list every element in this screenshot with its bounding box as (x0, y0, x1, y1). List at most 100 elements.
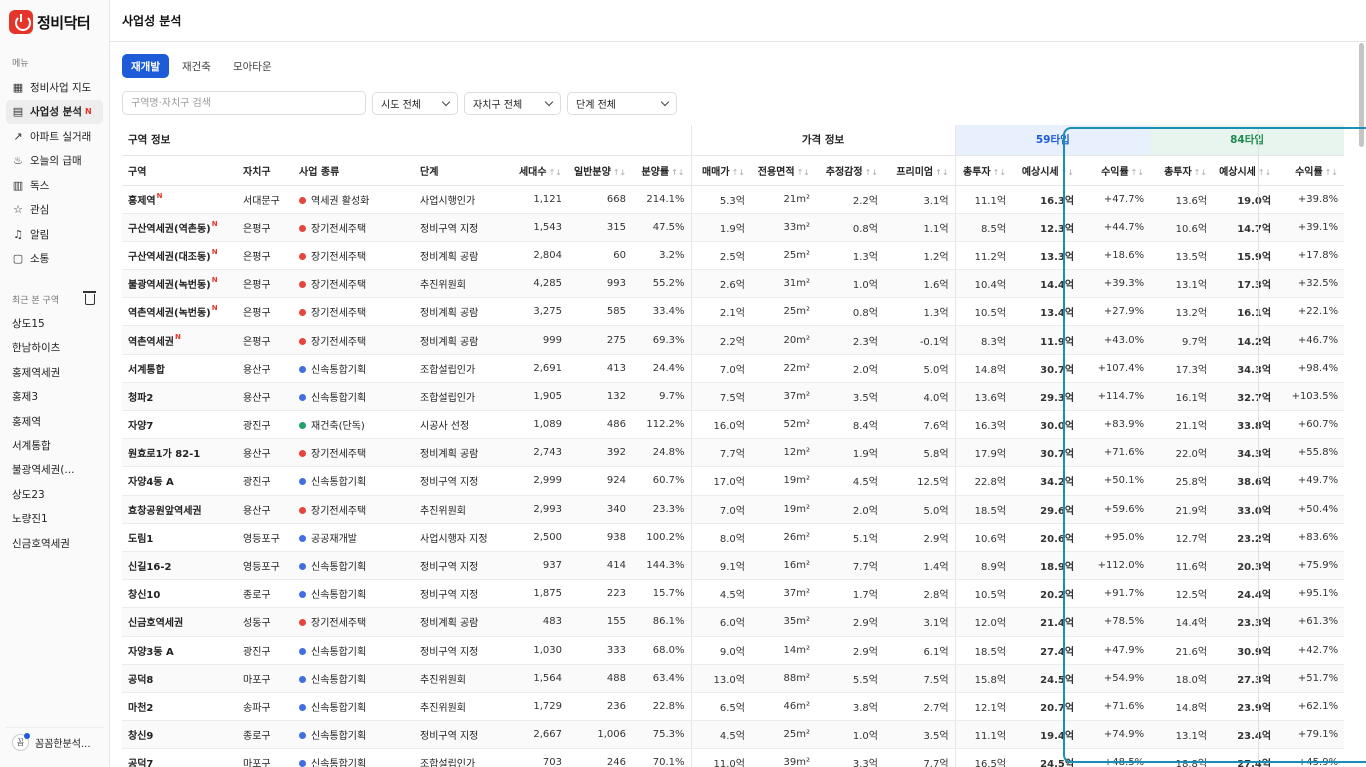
column-header: 단계 (414, 155, 505, 186)
district-name[interactable]: 구산역세권(대조동)N (122, 241, 237, 271)
tab-2[interactable]: 모아타운 (224, 54, 281, 78)
sidebar-item-file[interactable]: ▥ 독스 (6, 173, 103, 198)
column-header[interactable]: 전용면적 ↑↓ (751, 155, 816, 186)
table-row[interactable]: 자양7 광진구 재건축(단독) 시공사 선정 1,089 486 112.2% 16.0억 52… (122, 410, 1345, 440)
column-header[interactable]: 총투자 ↑↓ (955, 155, 1013, 186)
brand-logo[interactable]: 정비닥터 (0, 0, 109, 36)
district-name[interactable]: 자양7 (122, 410, 237, 440)
sidebar-item-chat[interactable]: ▢ 소통 (6, 247, 103, 272)
table-row[interactable]: 청파2 용산구 신속통합기획 조합설립인가 1,905 132 9.7% 7.5억 37m² 3.… (122, 382, 1345, 412)
district-name[interactable]: 구산역세권(역촌동)N (122, 213, 237, 242)
sidebar-item-bell[interactable]: ♫ 알림 (6, 222, 103, 247)
cell-rate: 60.7% (632, 466, 692, 496)
district-name[interactable]: 공덕8 (122, 664, 237, 693)
district-name[interactable]: 도림1 (122, 523, 237, 552)
district-name[interactable]: 창신9 (122, 720, 237, 750)
cell-price: 6.5억 (691, 692, 751, 722)
column-header[interactable]: 예상시세 ↑↓ (1213, 155, 1278, 186)
stage-select[interactable]: 단계 전체 (567, 92, 677, 115)
gu-select[interactable]: 자치구 전체 (464, 92, 561, 115)
project-type: 신속통합기획 (293, 692, 414, 722)
table-row[interactable]: 신길16-2 영등포구 신속통합기획 정비구역 지정 937 414 144.3% 9.1억 1… (122, 551, 1345, 581)
district-name[interactable]: 원효로1가 82-1 (122, 438, 237, 468)
district-name[interactable]: 홍제역N (122, 185, 237, 214)
cell-general: 275 (568, 325, 632, 355)
cell-premium: 3.5억 (884, 720, 956, 750)
cell-general: 333 (568, 636, 632, 665)
district-name[interactable]: 자양3동 A (122, 636, 237, 665)
column-header[interactable]: 매매가 ↑↓ (691, 155, 751, 186)
column-header[interactable]: 추정감정 ↑↓ (816, 155, 884, 186)
district-name[interactable]: 창신10 (122, 579, 237, 609)
table-row[interactable]: 구산역세권(역촌동)N 은평구 장기전세주택 정비구역 지정 1,543 315 47.5%… (122, 213, 1345, 242)
cell-exp59: 11.9억 (1012, 325, 1081, 355)
cell-inv59: 14.8억 (955, 354, 1013, 383)
table-row[interactable]: 공덕7 마포구 신속통합기획 조합설립인가 703 246 70.1% 11.0억 39m² 3.… (122, 748, 1345, 767)
recent-item[interactable]: 홍제역세권 (0, 361, 109, 385)
table-row[interactable]: 역촌역세권N 은평구 장기전세주택 정비계획 공람 999 275 69.3% 2.2억 20m… (122, 325, 1345, 355)
trash-icon[interactable] (83, 291, 96, 305)
table-row[interactable]: 신금호역세권 성동구 장기전세주택 정비계획 공람 483 155 86.1% 6.0억 35m… (122, 607, 1345, 637)
table-row[interactable]: 창신10 종로구 신속통합기획 정비구역 지정 1,875 223 15.7% 4.5억 37m… (122, 579, 1345, 609)
district-name[interactable]: 공덕7 (122, 748, 237, 767)
table-row[interactable]: 창신9 종로구 신속통합기획 정비구역 지정 2,667 1,006 75.3% 4.5억 25… (122, 720, 1345, 750)
project-type: 장기전세주택 (293, 241, 414, 271)
district-name[interactable]: 신금호역세권 (122, 607, 237, 637)
sidebar-item-trend[interactable]: ↗ 아파트 실거래 (6, 124, 103, 149)
tab-1[interactable]: 재건축 (173, 54, 220, 78)
cell-exp59: 12.3억 (1012, 213, 1081, 242)
type-dot-icon (299, 422, 306, 430)
table-row[interactable]: 서계통합 용산구 신속통합기획 조합설립인가 2,691 413 24.4% 7.0억 22m²… (122, 354, 1345, 383)
table-row[interactable]: 구산역세권(대조동)N 은평구 장기전세주택 정비계획 공람 2,804 60 3.2% 2.… (122, 241, 1345, 271)
recent-item[interactable]: 상도15 (0, 312, 109, 336)
table-row[interactable]: 도림1 영등포구 공공재개발 사업시행자 지정 2,500 938 100.2% 8.0억 26… (122, 523, 1345, 552)
district-name[interactable]: 서계통합 (122, 354, 237, 383)
column-header[interactable]: 분양률 ↑↓ (632, 155, 692, 186)
district-name[interactable]: 청파2 (122, 382, 237, 412)
sidebar-item-document[interactable]: ▤ 사업성 분석 N (6, 99, 103, 124)
column-header[interactable]: 일반분양 ↑↓ (568, 155, 632, 186)
cell-price: 7.0억 (691, 495, 751, 524)
column-header[interactable]: 총투자 ↑↓ (1150, 155, 1214, 186)
sidebar-item-map[interactable]: ▦ 정비사업 지도 (6, 75, 103, 100)
cell-ret84: +39.8% (1277, 185, 1345, 214)
table-row[interactable]: 효창공원앞역세권 용산구 장기전세주택 추진위원회 2,993 340 23.3% 7.0억 1… (122, 495, 1345, 524)
recent-item[interactable]: 한남하이츠 (0, 336, 109, 360)
district-name[interactable]: 불광역세권(녹번동)N (122, 269, 237, 299)
recent-item[interactable]: 불광역세권(... (0, 458, 109, 482)
district-name[interactable]: 마천2 (122, 692, 237, 722)
column-header[interactable]: 세대수 ↑↓ (505, 155, 568, 186)
column-header[interactable]: 예상시세 ↑↓ (1012, 155, 1081, 186)
recent-item[interactable]: 신금호역세권 (0, 532, 109, 556)
recent-item[interactable]: 노량진1 (0, 507, 109, 531)
table-row[interactable]: 마천2 송파구 신속통합기획 추진위원회 1,729 236 22.8% 6.5억 46m² 3.… (122, 692, 1345, 722)
district-name[interactable]: 효창공원앞역세권 (122, 495, 237, 524)
search-input[interactable] (122, 91, 366, 115)
table-row[interactable]: 자양3동 A 광진구 신속통합기획 정비구역 지정 1,030 333 68.0% 9.0억 1… (122, 636, 1345, 665)
table-row[interactable]: 공덕8 마포구 신속통합기획 추진위원회 1,564 488 63.4% 13.0억 88m² 5… (122, 664, 1345, 693)
column-header[interactable]: 프리미엄 ↑↓ (884, 155, 956, 186)
recent-item[interactable]: 서계통합 (0, 434, 109, 458)
district-name[interactable]: 자양4동 A (122, 466, 237, 496)
column-header[interactable]: 수익률 ↑↓ (1277, 155, 1345, 186)
column-header[interactable]: 수익률 ↑↓ (1080, 155, 1151, 186)
cell-exp84: 14.2억 (1213, 325, 1278, 355)
district-name[interactable]: 역촌역세권(녹번동)N (122, 297, 237, 327)
scrollbar[interactable] (1359, 43, 1364, 147)
district-name[interactable]: 역촌역세권N (122, 325, 237, 355)
sidebar-item-flame[interactable]: ♨ 오늘의 급매 (6, 149, 103, 174)
recent-item[interactable]: 홍제3 (0, 385, 109, 409)
district-name[interactable]: 신길16-2 (122, 551, 237, 581)
tab-0[interactable]: 재개발 (122, 54, 169, 78)
table-row[interactable]: 홍제역N 서대문구 역세권 활성화 사업시행인가 1,121 668 214.1% 5.3억 2… (122, 185, 1345, 214)
table-row[interactable]: 원효로1가 82-1 용산구 장기전세주택 정비계획 공람 2,743 392 24.8% 7… (122, 438, 1345, 468)
user-profile[interactable]: 꼼 꼼꼼한분석... (6, 727, 104, 755)
sido-select[interactable]: 시도 전체 (372, 92, 458, 115)
sidebar-item-star[interactable]: ☆ 관심 (6, 198, 103, 223)
cell-ret59: +83.9% (1080, 410, 1151, 440)
recent-item[interactable]: 상도23 (0, 483, 109, 507)
table-row[interactable]: 자양4동 A 광진구 신속통합기획 정비구역 지정 2,999 924 60.7% 17.0억… (122, 466, 1345, 496)
table-row[interactable]: 불광역세권(녹번동)N 은평구 장기전세주택 추진위원회 4,285 993 55.2% 2.… (122, 269, 1345, 299)
recent-item[interactable]: 홍제역 (0, 410, 109, 434)
table-row[interactable]: 역촌역세권(녹번동)N 은평구 장기전세주택 정비계획 공람 3,275 585 33.4%… (122, 297, 1345, 327)
